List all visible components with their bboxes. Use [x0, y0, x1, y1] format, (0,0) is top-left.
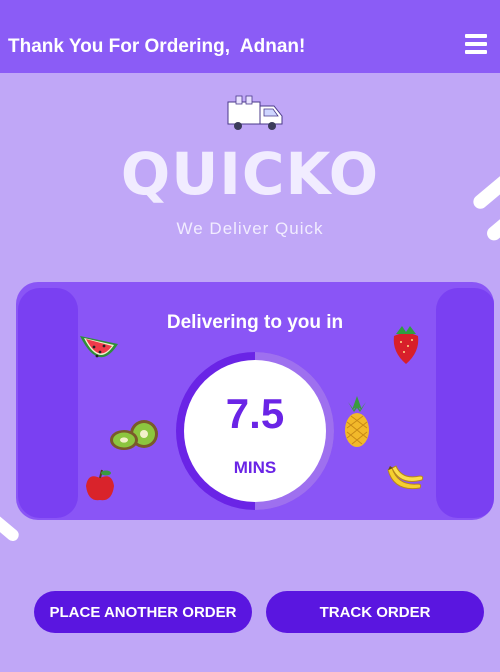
delivery-card: Delivering to you in 7.5 MINS — [16, 282, 494, 520]
place-another-order-button[interactable]: PLACE ANOTHER ORDER — [34, 591, 252, 633]
menu-icon[interactable] — [465, 34, 487, 58]
brand-tagline: We Deliver Quick — [176, 219, 324, 238]
kiwi-icon — [110, 420, 158, 450]
timer-unit: MINS — [233, 458, 277, 477]
apple-icon — [86, 469, 114, 501]
thank-you-message: Thank You For Ordering, Adnan! — [8, 36, 306, 57]
decor-stroke-left — [0, 508, 22, 544]
top-bar: Thank You For Ordering, Adnan! — [0, 0, 500, 73]
banana-icon — [387, 465, 424, 490]
pineapple-icon — [345, 396, 369, 447]
brand-logo-text: QUICKO — [120, 140, 380, 208]
timer-text: 7.5 MINS — [176, 352, 334, 510]
delivery-truck-icon — [227, 95, 283, 130]
watermelon-icon — [80, 336, 118, 358]
timer-value: 7.5 — [225, 390, 285, 437]
strawberry-icon — [393, 326, 419, 364]
track-order-button[interactable]: TRACK ORDER — [266, 591, 484, 633]
